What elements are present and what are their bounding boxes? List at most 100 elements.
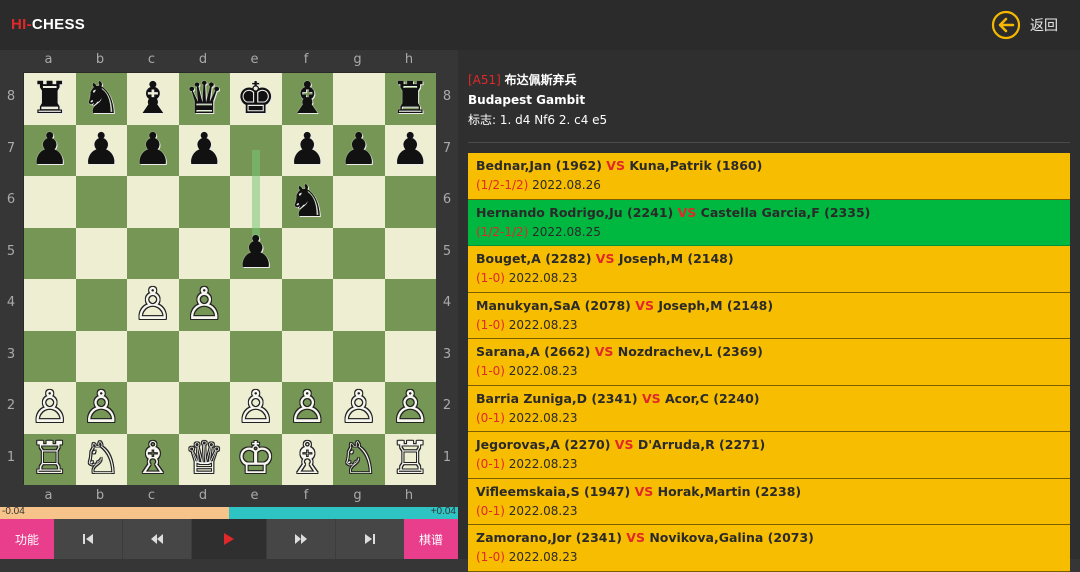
board-square-a5[interactable] <box>24 227 76 279</box>
board-square-f5[interactable] <box>281 227 333 279</box>
white-pawn-b2[interactable]: ♙ <box>76 382 128 434</box>
board-square-b4[interactable] <box>75 279 127 331</box>
white-pawn-f2[interactable]: ♙ <box>282 382 334 434</box>
black-pawn-c7[interactable]: ♟ <box>127 125 179 177</box>
black-rook-h8[interactable]: ♜ <box>385 73 437 125</box>
board-square-c3[interactable] <box>127 330 179 382</box>
play-button[interactable] <box>192 519 266 559</box>
game-row[interactable]: Barria Zuniga,D (2341) VS Acor,C (2240) (… <box>468 385 1070 432</box>
board-square-a4[interactable] <box>24 279 76 331</box>
board-square-d6[interactable] <box>178 176 230 228</box>
white-bishop-f1[interactable]: ♗ <box>282 434 334 486</box>
game-players: Bednar,Jan (1962) VS Kuna,Patrik (1860) <box>476 158 762 173</box>
white-king-e1[interactable]: ♔ <box>230 434 282 486</box>
game-library-button[interactable]: 棋谱 <box>404 519 458 559</box>
black-queen-d8[interactable]: ♛ <box>179 73 231 125</box>
black-knight-f6[interactable]: ♞ <box>282 176 334 228</box>
game-row[interactable]: Manukyan,SaA (2078) VS Joseph,M (2148) (1… <box>468 292 1070 339</box>
white-player: Bednar,Jan (1962) <box>476 158 602 173</box>
black-player: Horak,Martin (2238) <box>657 483 802 499</box>
black-pawn-g7[interactable]: ♟ <box>333 125 385 177</box>
file-label-a: a <box>44 52 53 67</box>
board-square-b5[interactable] <box>75 227 127 279</box>
black-pawn-d7[interactable]: ♟ <box>179 125 231 177</box>
board-square-f4[interactable] <box>281 279 333 331</box>
white-player: Sarana,A (2662) <box>476 344 591 359</box>
white-bishop-c1[interactable]: ♗ <box>127 434 179 486</box>
previous-move-button[interactable] <box>123 519 191 559</box>
game-row[interactable]: Bednar,Jan (1962) VS Kuna,Patrik (1860) (… <box>468 153 1070 200</box>
black-player: Acor,C (2240) <box>665 390 760 406</box>
board-square-g6[interactable] <box>333 176 385 228</box>
game-row[interactable]: Sarana,A (2662) VS Nozdrachev,L (2369) (1… <box>468 339 1070 386</box>
game-date: 2022.08.23 <box>508 364 578 378</box>
black-king-e8[interactable]: ♚ <box>230 73 282 125</box>
white-rook-h1[interactable]: ♖ <box>385 434 437 486</box>
black-knight-b8[interactable]: ♞ <box>76 73 128 125</box>
black-pawn-b7[interactable]: ♟ <box>76 125 128 177</box>
board-square-b3[interactable] <box>75 330 127 382</box>
game-row[interactable]: Vifleemskaia,S (1947) VS Horak,Martin (2… <box>468 478 1070 525</box>
board-square-g4[interactable] <box>333 279 385 331</box>
game-row[interactable]: Bouget,A (2282) VS Joseph,M (2148) (1-0) … <box>468 246 1070 293</box>
white-pawn-g2[interactable]: ♙ <box>333 382 385 434</box>
file-label-b: b <box>95 52 105 67</box>
board-square-d3[interactable] <box>178 330 230 382</box>
board-square-b6[interactable] <box>75 176 127 228</box>
black-rook-a8[interactable]: ♜ <box>24 73 76 125</box>
game-row[interactable]: Hernando Rodrigo,Ju (2241) VS Castella G… <box>468 199 1070 246</box>
vs-label: VS <box>626 530 645 545</box>
board-square-d5[interactable] <box>178 227 230 279</box>
board-square-f3[interactable] <box>281 330 333 382</box>
game-result: (0-1) <box>476 457 505 471</box>
logo-part-1: HI- <box>11 16 32 33</box>
board-square-g5[interactable] <box>333 227 385 279</box>
board-square-h3[interactable] <box>384 330 436 382</box>
black-pawn-a7[interactable]: ♟ <box>24 125 76 177</box>
file-label-d: d <box>198 52 208 67</box>
opening-name-chinese: 布达佩斯弃兵 <box>504 73 577 87</box>
board-square-a6[interactable] <box>24 176 76 228</box>
board-square-g3[interactable] <box>333 330 385 382</box>
white-queen-d1[interactable]: ♕ <box>179 434 231 486</box>
vs-label: VS <box>677 204 697 220</box>
white-player: Jegorovas,A (2270) <box>476 437 611 452</box>
white-pawn-h2[interactable]: ♙ <box>385 382 437 434</box>
board-square-c6[interactable] <box>127 176 179 228</box>
board-square-a3[interactable] <box>24 330 76 382</box>
board-square-g8[interactable] <box>333 73 385 125</box>
black-pawn-f7[interactable]: ♟ <box>282 125 334 177</box>
game-row[interactable]: Jegorovas,A (2270) VS D'Arruda,R (2271) (… <box>468 432 1070 479</box>
board-square-e4[interactable] <box>230 279 282 331</box>
board-square-h4[interactable] <box>384 279 436 331</box>
white-pawn-c4[interactable]: ♙ <box>127 279 179 331</box>
white-pawn-a2[interactable]: ♙ <box>24 382 76 434</box>
last-move-button[interactable] <box>336 519 404 559</box>
game-row[interactable]: Zamorano,Jor (2341) VS Novikova,Galina (… <box>468 525 1070 572</box>
board-square-d2[interactable] <box>178 382 230 434</box>
file-label-g: g <box>353 52 362 67</box>
board-square-h6[interactable] <box>384 176 436 228</box>
black-bishop-f8[interactable]: ♝ <box>282 73 334 125</box>
white-knight-b1[interactable]: ♘ <box>76 434 128 486</box>
white-rook-a1[interactable]: ♖ <box>24 434 76 486</box>
game-date: 2022.08.23 <box>508 550 578 564</box>
white-pawn-d4[interactable]: ♙ <box>179 279 231 331</box>
white-knight-g1[interactable]: ♘ <box>333 434 385 486</box>
board-square-h5[interactable] <box>384 227 436 279</box>
chess-board[interactable]: ♜ ♞ ♝ ♛ ♚ ♝ ♜ ♟ ♟ ♟ ♟ ♟ ♟ ♟ ♞ ♟ ♙ ♙ ♙ ♙ ♙ ♙ ♙ ♙ ♖ ♘ ♗ ♕ ♔ ♗ ♘ ♖ <box>23 72 437 486</box>
black-pawn-h7[interactable]: ♟ <box>385 125 437 177</box>
white-pawn-e2[interactable]: ♙ <box>230 382 282 434</box>
black-pawn-e5[interactable]: ♟ <box>230 228 282 280</box>
next-move-button[interactable] <box>267 519 335 559</box>
black-player: Nozdrachev,L (2369) <box>617 344 763 359</box>
first-move-button[interactable] <box>54 519 122 559</box>
black-bishop-c8[interactable]: ♝ <box>127 73 179 125</box>
opening-moves-line: 标志: 1. d4 Nf6 2. c4 e5 <box>468 110 607 130</box>
board-square-e3[interactable] <box>230 330 282 382</box>
board-square-c2[interactable] <box>127 382 179 434</box>
back-button[interactable]: 返回 <box>991 10 1058 40</box>
board-square-c5[interactable] <box>127 227 179 279</box>
function-button[interactable]: 功能 <box>0 519 54 559</box>
file-label-c: c <box>147 488 156 503</box>
